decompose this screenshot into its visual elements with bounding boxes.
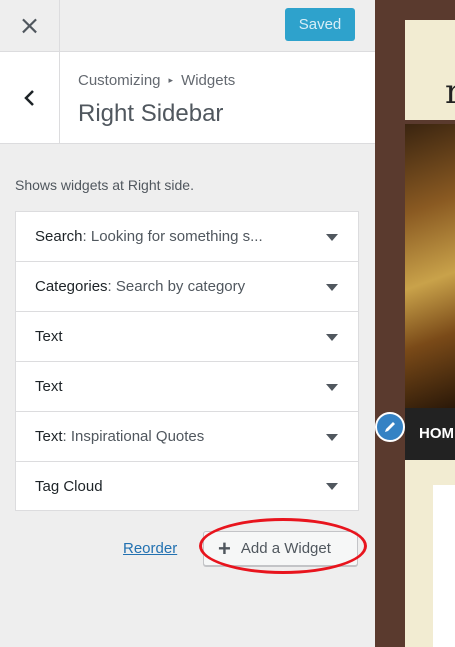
breadcrumb-section: Widgets: [181, 72, 236, 89]
widget-title: Tag Cloud: [35, 477, 103, 495]
widget-item-text[interactable]: Text: [16, 312, 358, 362]
expand-arrow-icon[interactable]: [326, 483, 338, 490]
expand-arrow-icon[interactable]: [326, 433, 338, 441]
add-widget-button[interactable]: + Add a Widget: [203, 531, 358, 566]
expand-arrow-icon[interactable]: [326, 383, 338, 391]
breadcrumb: Customizing ▸ Widgets: [78, 72, 235, 89]
breadcrumb-separator-icon: ▸: [168, 75, 174, 85]
preview-hero-image: [405, 124, 455, 408]
chevron-left-icon: [23, 89, 34, 106]
preview-nav-home[interactable]: HOM: [419, 425, 454, 442]
page-title: Right Sidebar: [78, 100, 224, 127]
widget-title: Text: [35, 428, 63, 445]
widget-in-title: : Search by category: [107, 278, 246, 295]
widget-item-text[interactable]: Text: [16, 362, 358, 412]
widget-title: Categories: [35, 278, 108, 295]
widget-item-text-quotes[interactable]: Text: Inspirational Quotes: [16, 412, 358, 462]
expand-arrow-icon[interactable]: [326, 333, 338, 341]
close-button[interactable]: ×: [0, 0, 60, 51]
customizer-topbar: × Saved: [0, 0, 375, 52]
widget-item-tag-cloud[interactable]: Tag Cloud: [16, 462, 358, 510]
preview-nav-menu[interactable]: HOM: [405, 408, 455, 460]
section-header: Customizing ▸ Widgets Right Sidebar: [0, 52, 375, 144]
pencil-icon: [385, 422, 395, 432]
widget-in-title: : Looking for something s...: [82, 228, 263, 245]
widget-title: Text: [35, 378, 63, 395]
site-preview[interactable]: r HOM: [375, 0, 455, 647]
expand-arrow-icon[interactable]: [326, 233, 338, 241]
close-icon: ×: [18, 10, 41, 41]
saved-button[interactable]: Saved: [285, 8, 355, 41]
widget-item-categories[interactable]: Categories: Search by category: [16, 262, 358, 312]
preview-site-title: r: [445, 72, 455, 112]
reorder-link[interactable]: Reorder: [123, 540, 177, 557]
plus-icon: +: [218, 535, 231, 561]
add-widget-label: Add a Widget: [240, 540, 331, 557]
preview-content-box: [433, 485, 455, 647]
expand-arrow-icon[interactable]: [326, 283, 338, 291]
widget-title: Text: [35, 328, 63, 345]
widget-in-title: : Inspirational Quotes: [62, 428, 205, 445]
back-button[interactable]: [0, 52, 60, 143]
widget-item-search[interactable]: Search: Looking for something s...: [16, 212, 358, 262]
breadcrumb-parent: Customizing: [78, 72, 161, 89]
edit-shortcut-button[interactable]: [375, 412, 405, 442]
widget-list: Search: Looking for something s... Categ…: [15, 211, 359, 511]
section-description: Shows widgets at Right side.: [15, 177, 194, 193]
customizer-panel: × Saved Customizing ▸ Widgets Right Sideba…: [0, 0, 375, 647]
widget-title: Search: [35, 228, 83, 245]
